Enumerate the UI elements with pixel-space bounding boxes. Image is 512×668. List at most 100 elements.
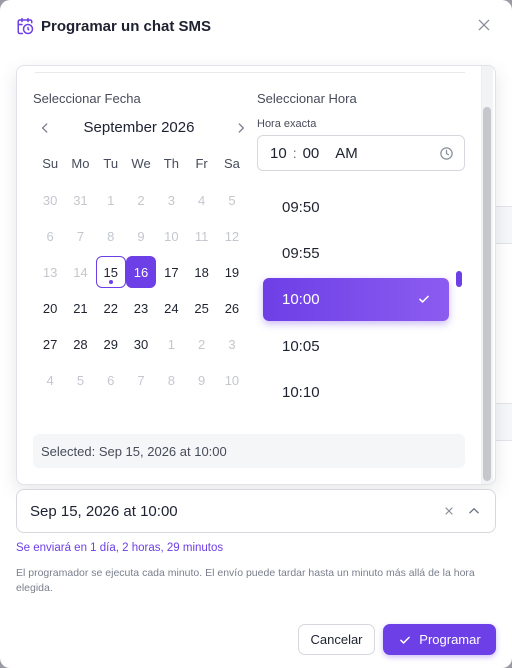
calendar-day[interactable]: 24 <box>156 292 186 324</box>
calendar-day: 14 <box>73 264 88 280</box>
time-options-list: 09:50 09:55 10:00 10:05 10:10 <box>263 184 449 415</box>
time-option[interactable]: 10:05 <box>263 323 449 369</box>
weekday-label: Th <box>163 156 179 171</box>
calendar-day: 13 <box>42 264 58 280</box>
calendar-day: 11 <box>194 228 209 244</box>
weekday-label: Mo <box>71 156 90 171</box>
time-option[interactable]: 09:55 <box>263 230 449 276</box>
calendar-day[interactable]: 27 <box>35 328 65 360</box>
time-section-title: Seleccionar Hora <box>257 91 357 106</box>
calendar-day-selected[interactable]: 16 <box>125 256 157 288</box>
calendar-day: 12 <box>224 228 240 244</box>
scheduler-note: El programador se ejecuta cada minuto. E… <box>16 567 475 594</box>
calendar-day[interactable]: 26 <box>217 292 247 324</box>
calendar-day: 10 <box>224 372 240 388</box>
time-list-scroll-indicator <box>456 271 462 287</box>
calendar-day: 8 <box>167 372 175 388</box>
date-time-picker-popover: Seleccionar Fecha Seleccionar Hora Septe… <box>16 65 496 485</box>
time-option-selected[interactable]: 10:00 <box>263 278 449 321</box>
calendar-day: 8 <box>107 228 115 244</box>
time-option-label: 10:10 <box>282 383 320 401</box>
cancel-button[interactable]: Cancelar <box>298 624 375 655</box>
time-separator: : <box>292 145 297 161</box>
weekday-label: Fr <box>195 156 208 171</box>
hour-segment[interactable]: 10 <box>270 145 287 162</box>
calendar-week-row: 20 21 22 23 24 25 26 <box>35 292 247 328</box>
calendar-day: 7 <box>137 372 145 388</box>
calendar-week-row: 30 31 1 2 3 4 5 <box>35 184 247 220</box>
scheduled-datetime-field[interactable]: Sep 15, 2026 at 10:00 <box>16 489 496 533</box>
chevron-up-icon[interactable] <box>467 504 481 518</box>
divider <box>35 72 465 73</box>
calendar-day[interactable]: 22 <box>96 292 126 324</box>
time-option[interactable]: 09:50 <box>263 184 449 230</box>
calendar-day: 1 <box>107 192 115 208</box>
date-section-title: Seleccionar Fecha <box>33 91 141 106</box>
weekday-label: We <box>131 156 151 171</box>
calendar-day[interactable]: 30 <box>126 328 156 360</box>
calendar-day: 10 <box>164 228 179 244</box>
dialog-title: Programar un chat SMS <box>41 17 212 35</box>
time-option[interactable]: 10:10 <box>263 369 449 415</box>
calendar-day: 1 <box>167 336 175 352</box>
selected-summary: Selected: Sep 15, 2026 at 10:00 <box>33 434 465 468</box>
time-option-label: 10:00 <box>282 291 320 308</box>
calendar-day[interactable]: 21 <box>65 292 95 324</box>
calendar-day: 2 <box>137 192 145 208</box>
minute-segment[interactable]: 00 <box>303 145 320 162</box>
weekday-label: Su <box>42 156 59 171</box>
calendar-day: 6 <box>46 228 54 244</box>
calendar-month-label: September 2026 <box>83 119 195 136</box>
dialog-header: Programar un chat SMS <box>16 14 496 38</box>
calendar-week-row: 4 5 6 7 8 9 10 <box>35 364 247 400</box>
calendar-day: 3 <box>167 192 175 208</box>
calendar-day: 9 <box>198 372 206 388</box>
schedule-button-label: Programar <box>419 632 481 647</box>
calendar-day: 2 <box>198 336 206 352</box>
check-icon <box>417 292 431 306</box>
calendar-week-row: 6 7 8 9 10 11 12 <box>35 220 247 256</box>
schedule-sms-dialog: Programar un chat SMS Seleccionar Fecha … <box>0 0 512 668</box>
calendar-day: 3 <box>228 336 236 352</box>
exact-time-input[interactable]: 10 : 00 AM <box>257 135 465 171</box>
calendar-day: 4 <box>46 372 54 388</box>
calendar-day[interactable]: 29 <box>96 328 126 360</box>
weekday-label: Tu <box>103 156 119 171</box>
calendar-day-today[interactable]: 15 <box>95 256 126 288</box>
calendar-day: 9 <box>137 228 145 244</box>
calendar-day[interactable]: 20 <box>35 292 65 324</box>
chevron-right-icon[interactable] <box>231 118 251 138</box>
check-icon <box>398 633 412 647</box>
calendar-day[interactable]: 23 <box>126 292 156 324</box>
calendar-navigation: September 2026 <box>35 116 244 140</box>
calendar-day: 31 <box>73 192 88 208</box>
calendar-day: 6 <box>107 372 115 388</box>
calendar-day[interactable]: 17 <box>156 256 186 288</box>
calendar-day: 7 <box>76 228 85 244</box>
calendar-day: 4 <box>198 192 206 208</box>
clear-icon[interactable] <box>443 505 455 517</box>
calendar-week-row: 27 28 29 30 1 2 3 <box>35 328 247 364</box>
calendar-day: 5 <box>76 372 85 388</box>
period-segment[interactable]: AM <box>335 145 358 162</box>
weekday-label: Sa <box>223 156 240 171</box>
calendar-day: 30 <box>42 192 58 208</box>
calendar-day[interactable]: 18 <box>186 256 216 288</box>
calendar-grid: 30 31 1 2 3 4 5 6 7 8 9 10 11 12 13 14 15 16 17 18 19 20 21 22 2… <box>35 184 247 400</box>
exact-time-label: Hora exacta <box>257 118 317 130</box>
popover-scrollbar-thumb[interactable] <box>483 107 491 481</box>
calendar-clock-icon <box>16 17 34 35</box>
send-countdown-text: Se enviará en 1 día, 2 horas, 29 minutos <box>16 542 224 554</box>
time-option-label: 09:55 <box>282 244 320 262</box>
time-option-label: 09:50 <box>282 198 320 216</box>
calendar-day[interactable]: 28 <box>65 328 95 360</box>
calendar-day: 5 <box>228 192 236 208</box>
time-option-label: 10:05 <box>282 337 320 355</box>
calendar-day[interactable]: 19 <box>217 256 247 288</box>
close-icon[interactable] <box>476 17 492 33</box>
calendar-day[interactable]: 25 <box>186 292 216 324</box>
schedule-button[interactable]: Programar <box>383 624 496 655</box>
scheduled-datetime-value: Sep 15, 2026 at 10:00 <box>30 502 178 520</box>
clock-icon <box>439 146 454 161</box>
calendar-weekday-header: Su Mo Tu We Th Fr Sa <box>35 156 247 171</box>
